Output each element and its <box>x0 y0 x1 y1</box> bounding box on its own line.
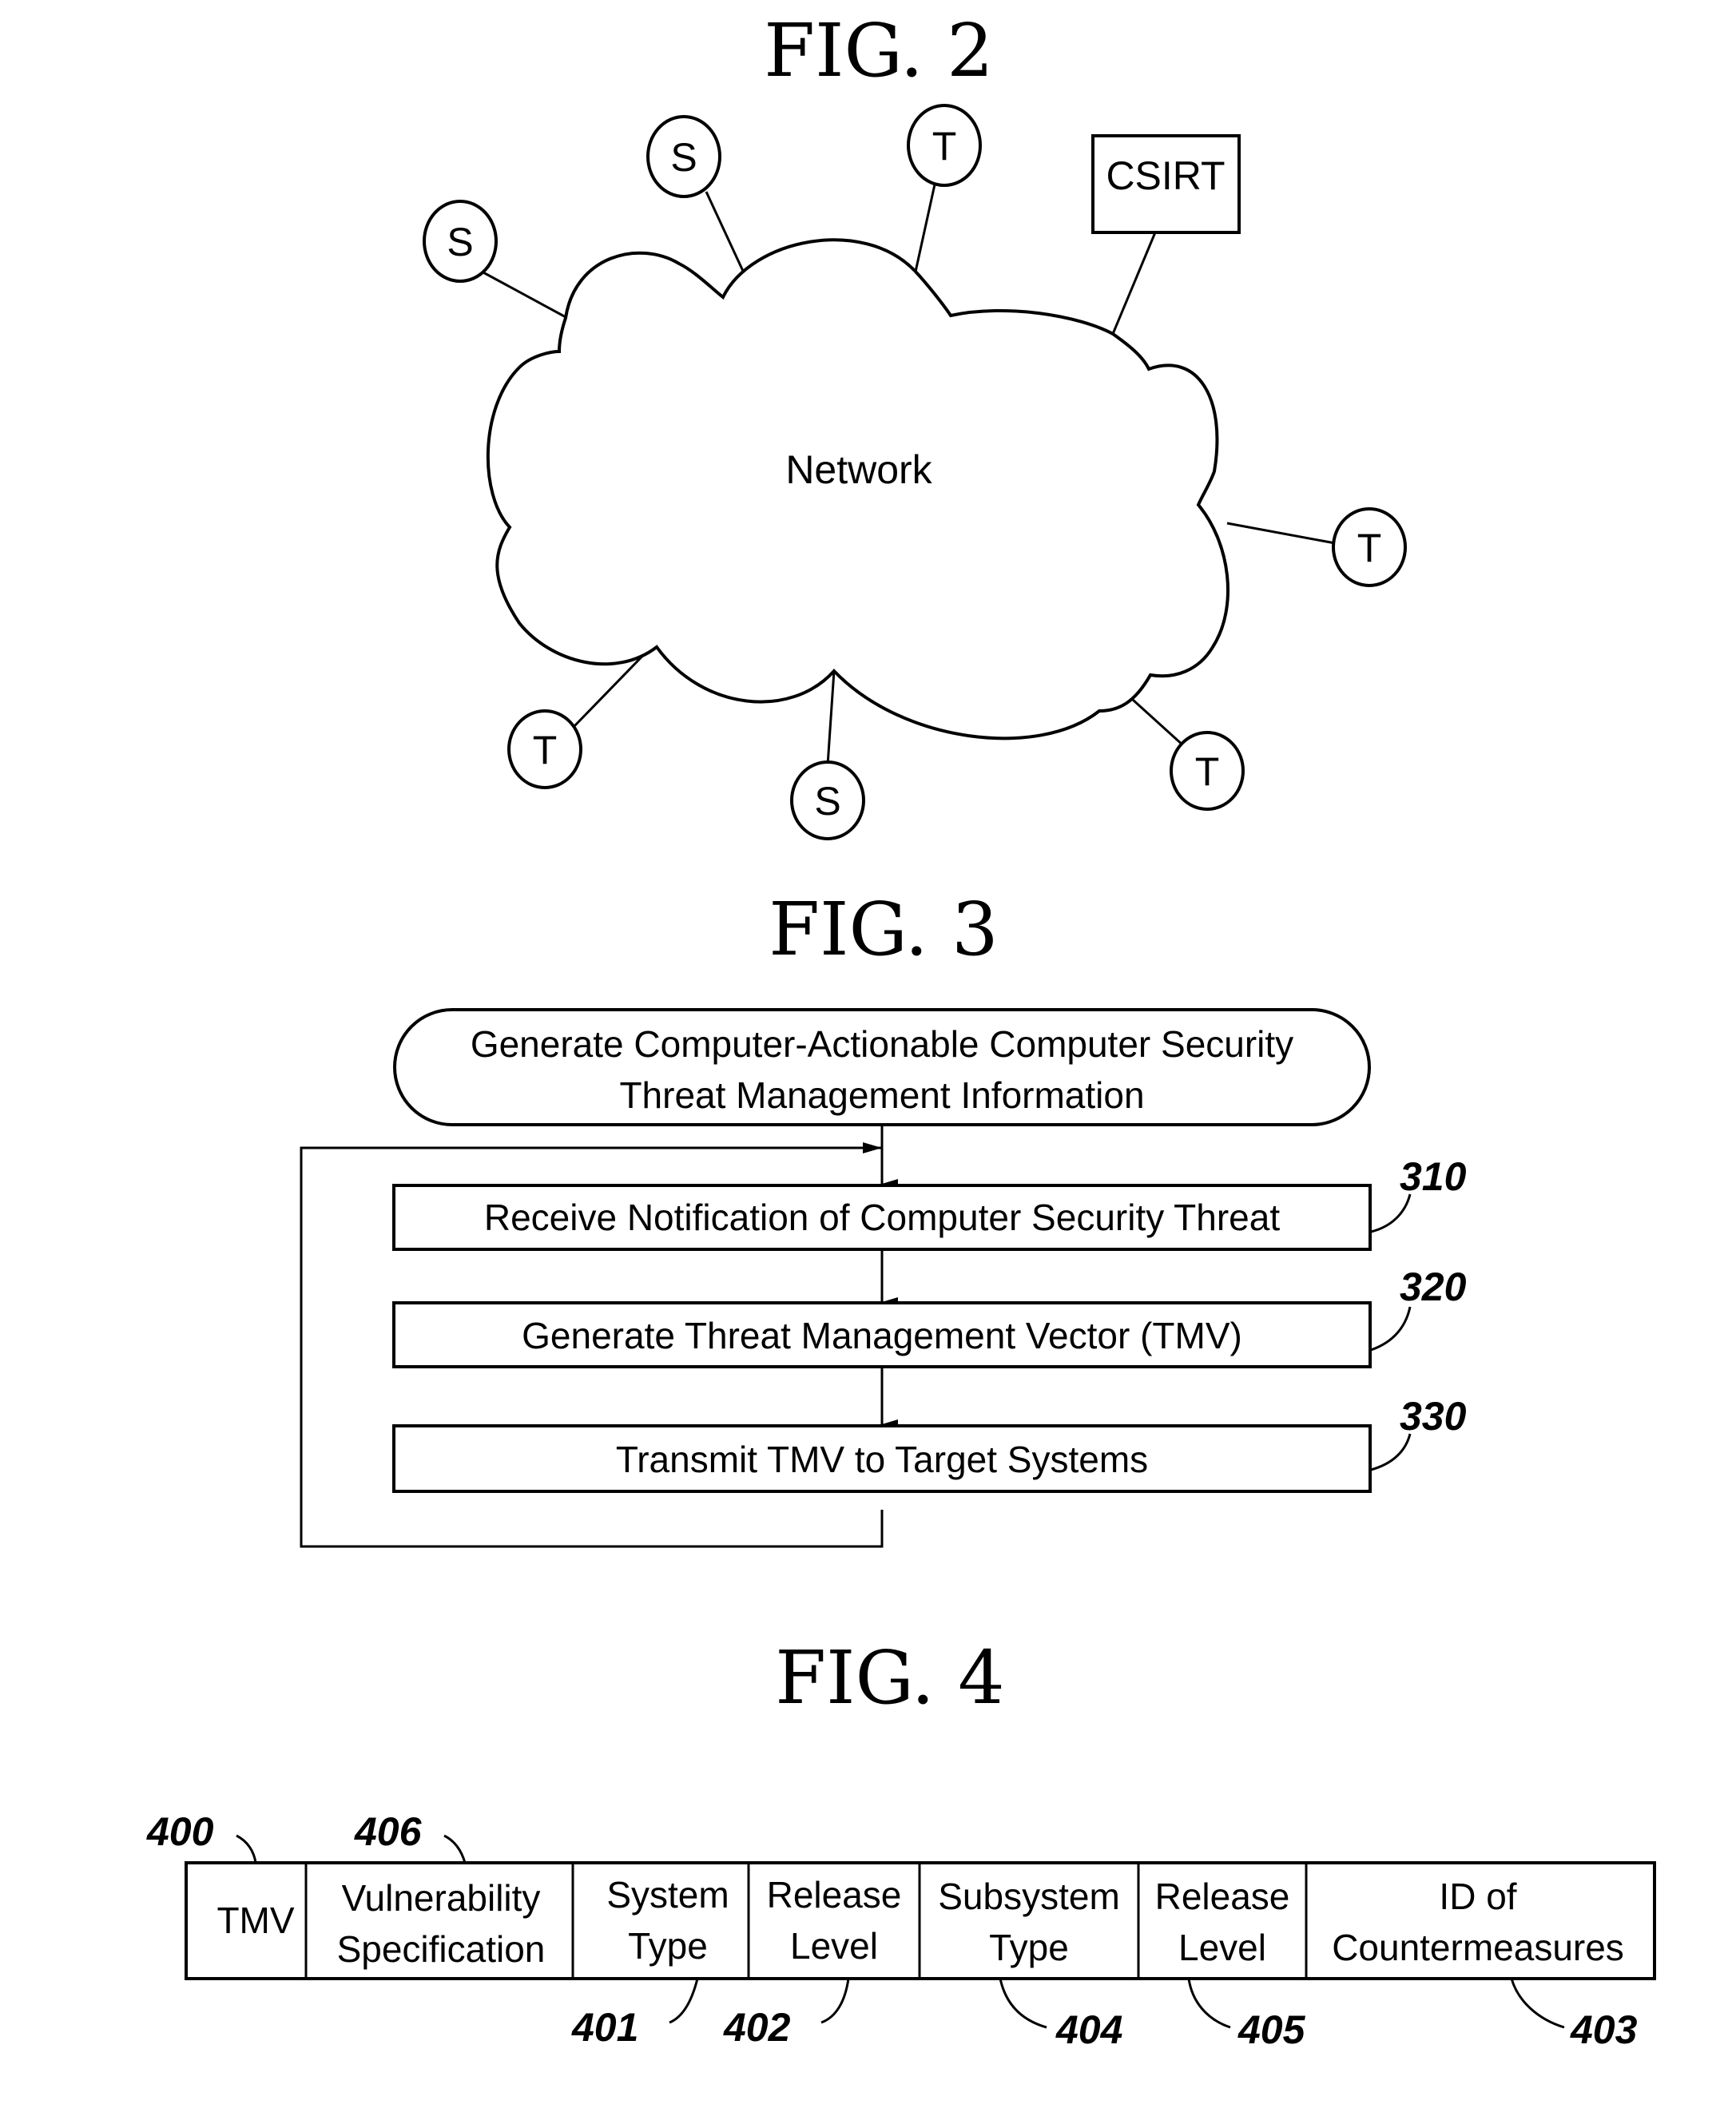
cell-label-line1: Vulnerability <box>342 1877 541 1919</box>
step-label: Receive Notification of Computer Securit… <box>484 1197 1280 1238</box>
cell-label-line1: Release <box>767 1874 902 1916</box>
ref-401: 401 <box>571 1978 699 2050</box>
ref-403: 403 <box>1510 1978 1638 2052</box>
ref-leader <box>443 1834 467 1864</box>
ref-number: 405 <box>1237 2007 1306 2052</box>
ref-406: 406 <box>354 1809 467 1864</box>
node-s3: S <box>790 760 865 840</box>
connector-s3 <box>826 670 836 766</box>
step-330: Transmit TMV to Target Systems 330 <box>392 1394 1467 1493</box>
connector-s2 <box>705 191 749 280</box>
node-label: T <box>932 124 957 169</box>
node-t2: T <box>1332 507 1407 587</box>
start-label-line2: Threat Management Information <box>619 1074 1144 1116</box>
cell-label-line2: Level <box>1178 1927 1266 1968</box>
node-t3: T <box>507 709 582 789</box>
step-310: Receive Notification of Computer Securit… <box>392 1154 1467 1251</box>
connector-t2 <box>1226 522 1336 545</box>
node-t1: T <box>907 104 982 187</box>
ref-leader <box>820 1978 850 2024</box>
ref-leader <box>669 1978 699 2024</box>
cell-label-line1: Subsystem <box>938 1876 1120 1917</box>
node-label: S <box>814 779 840 824</box>
ref-leader <box>236 1834 257 1864</box>
fig2-title: FIG. 2 <box>764 8 993 93</box>
ref-number: 404 <box>1055 2007 1122 2052</box>
ref-leader <box>1510 1978 1565 2029</box>
node-csirt: CSIRT <box>1091 134 1241 234</box>
cell-label-line2: Type <box>989 1927 1069 1968</box>
ref-number: 401 <box>571 2005 638 2050</box>
fig3-title: FIG. 3 <box>769 887 998 972</box>
connector-csirt <box>1111 232 1157 335</box>
ref-number: 330 <box>1400 1394 1467 1439</box>
cell-label-line2: Countermeasures <box>1332 1927 1624 1968</box>
ref-number: 400 <box>146 1809 214 1854</box>
cell-label-line1: ID of <box>1439 1876 1516 1917</box>
ref-number: 310 <box>1400 1154 1467 1199</box>
connector-s1 <box>481 270 568 320</box>
node-s1: S <box>423 200 498 283</box>
connector-t1 <box>914 184 936 272</box>
node-t4: T <box>1170 731 1245 811</box>
step-320: Generate Threat Management Vector (TMV) … <box>392 1264 1467 1368</box>
ref-leader <box>1370 1306 1412 1352</box>
ref-number: 402 <box>723 2005 791 2050</box>
ref-402: 402 <box>723 1978 850 2050</box>
node-label: T <box>533 728 558 772</box>
ref-leader <box>999 1978 1047 2029</box>
node-label: T <box>1357 526 1382 570</box>
ref-leader <box>1370 1433 1412 1471</box>
cell-label-line2: Type <box>628 1925 708 1967</box>
ref-405: 405 <box>1187 1978 1306 2052</box>
node-label: S <box>447 220 473 264</box>
step-label: Generate Threat Management Vector (TMV) <box>522 1315 1242 1356</box>
ref-404: 404 <box>999 1978 1122 2052</box>
node-label: T <box>1195 749 1220 794</box>
figure-4: FIG. 4 TMV Vulnerability Specification S… <box>146 1635 1656 2052</box>
ref-number: 403 <box>1570 2007 1638 2052</box>
figure-2: FIG. 2 Network S S T CSIRT T T S T <box>423 8 1407 840</box>
cell-label-line2: Specification <box>337 1928 546 1970</box>
fig4-title: FIG. 4 <box>775 1635 1004 1721</box>
ref-leader <box>1370 1193 1412 1233</box>
ref-leader <box>1187 1978 1231 2029</box>
node-s2: S <box>646 115 721 198</box>
cell-label: TMV <box>217 1900 294 1941</box>
cell-label-line1: System <box>606 1874 729 1916</box>
node-label: S <box>670 135 697 180</box>
patent-figures: FIG. 2 Network S S T CSIRT T T S T FIG. … <box>146 8 1656 2052</box>
ref-400: 400 <box>146 1809 257 1864</box>
ref-number: 406 <box>354 1809 423 1854</box>
start-label-line1: Generate Computer-Actionable Computer Se… <box>471 1023 1293 1065</box>
cell-label-line1: Release <box>1155 1876 1290 1917</box>
node-label: CSIRT <box>1106 153 1225 198</box>
figure-3: FIG. 3 Generate Computer-Actionable Comp… <box>300 887 1467 1548</box>
network-label: Network <box>785 447 932 492</box>
ref-number: 320 <box>1400 1264 1467 1309</box>
step-label: Transmit TMV to Target Systems <box>616 1439 1148 1480</box>
cell-tmv: TMV <box>217 1900 294 1941</box>
cell-label-line2: Level <box>790 1925 878 1967</box>
